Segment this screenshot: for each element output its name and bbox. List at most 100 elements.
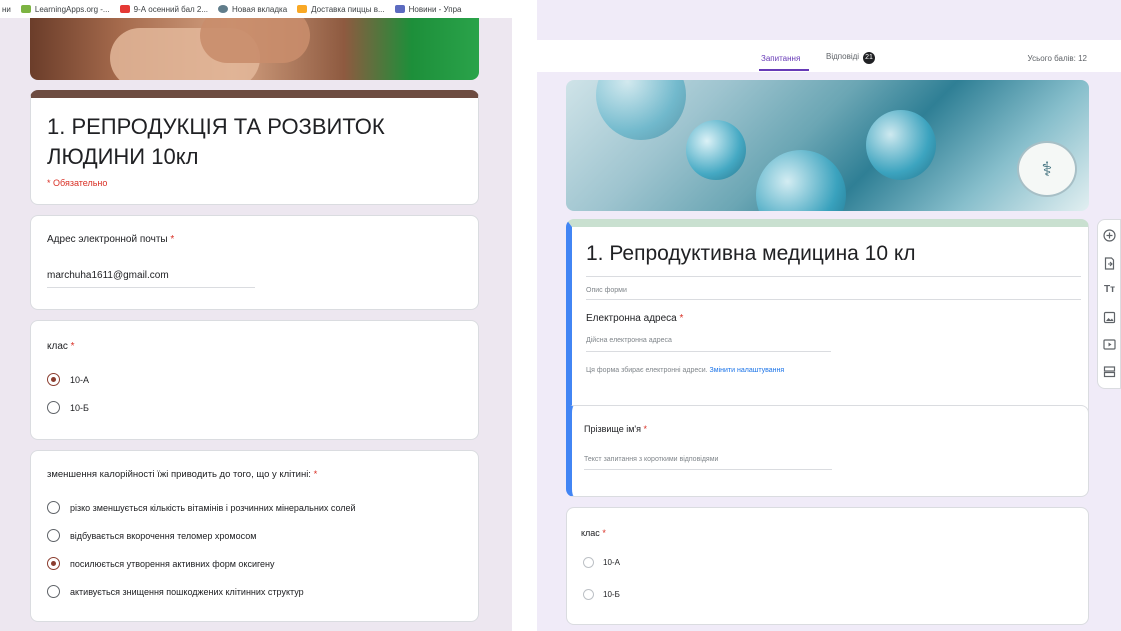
name-label: Прізвище ім'я (584, 424, 641, 434)
radio-option[interactable]: посилюється утворення активних форм окси… (47, 557, 275, 570)
total-points: Усього балів: 12 (1027, 54, 1087, 63)
option-label: 10-Б (603, 590, 620, 599)
class-question-card[interactable]: клас * 10-А 10-Б (566, 507, 1089, 625)
radio-option-10b[interactable]: 10-Б (47, 401, 89, 414)
banner-bubble (596, 80, 686, 140)
active-tab-indicator (759, 69, 809, 71)
question-label: зменшення калорійності їжі приводить до … (47, 469, 317, 480)
required-star: * (70, 341, 75, 352)
editor-form-panel: Запитання Відповіді 21 Усього балів: 12 ⚕… (537, 0, 1121, 631)
email-label: Адрес электронной почты (47, 234, 168, 245)
question-label: Адрес электронной почты * (47, 234, 174, 245)
respondent-form-panel: ни LearningApps.org -... 9-А осенний бал… (0, 0, 512, 631)
radio-unchecked-icon (583, 589, 594, 600)
bookmark-learningapps[interactable]: LearningApps.org -... (20, 4, 110, 14)
input-underline (47, 287, 255, 288)
form-title[interactable]: 1. Репродуктивна медицина 10 кл (586, 242, 916, 266)
bookmark-item[interactable]: ни (2, 5, 11, 14)
radio-option[interactable]: відбувається вкорочення теломер хромосом (47, 529, 256, 542)
add-image-icon[interactable] (1102, 310, 1117, 325)
option-label: 10-Б (70, 402, 89, 413)
input-underline (586, 351, 831, 352)
radio-option-10a[interactable]: 10-А (47, 373, 89, 386)
bookmark-label: LearningApps.org -... (34, 4, 110, 14)
required-note: * Обязательно (47, 178, 108, 188)
required-star: * (170, 234, 175, 245)
radio-option[interactable]: активується знищення пошкоджених клітинн… (47, 585, 304, 598)
form-title-card: 1. РЕПРОДУКЦІЯ ТА РОЗВИТОК ЛЮДИНИ 10кл *… (30, 90, 479, 205)
radio-option-10b[interactable]: 10-Б (583, 589, 620, 600)
radio-unchecked-icon (47, 501, 60, 514)
short-answer-placeholder: Текст запитання з короткими відповідями (584, 456, 719, 463)
description-underline (586, 299, 1081, 300)
email-label: Електронна адреса (586, 313, 677, 324)
bookmark-label: Доставка пиццы в... (311, 4, 385, 14)
question-label: Електронна адреса * (586, 313, 683, 324)
add-title-icon[interactable]: Tт (1102, 282, 1117, 297)
title-underline (586, 276, 1081, 277)
screenshot-root: ни LearningApps.org -... 9-А осенний бал… (0, 0, 1121, 631)
name-question-card[interactable]: Прізвище ім'я * Текст запитання з коротк… (566, 405, 1089, 497)
tab-responses-label: Відповіді (826, 52, 860, 61)
pizza-icon (297, 5, 308, 13)
question-toolbar: Tт (1097, 219, 1121, 389)
class-label: клас (581, 528, 600, 538)
required-star: * (313, 469, 318, 480)
bookmark-youtube[interactable]: 9-А осенний бал 2... (119, 5, 208, 14)
radio-option-10a[interactable]: 10-А (583, 557, 620, 568)
youtube-icon (119, 5, 130, 13)
tab-questions[interactable]: Запитання (761, 54, 800, 63)
bookmark-label: ни (2, 4, 11, 14)
input-underline (584, 469, 832, 470)
radio-option[interactable]: різко зменшується кількість вітамінів і … (47, 501, 356, 514)
note-text: Ця форма збирає електронні адреси. (586, 367, 708, 374)
add-question-icon[interactable] (1102, 228, 1117, 243)
calorie-label: зменшення калорійності їжі приводить до … (47, 469, 311, 480)
radio-unchecked-icon (47, 401, 60, 414)
form-title-card[interactable]: 1. Репродуктивна медицина 10 кл Опис фор… (566, 219, 1089, 424)
option-label: відбувається вкорочення теломер хромосом (70, 530, 257, 541)
banner-bubble (756, 150, 846, 211)
question-label: Прізвище ім'я * (584, 424, 647, 434)
form-description[interactable]: Опис форми (586, 287, 627, 294)
email-placeholder: Дійсна електронна адреса (586, 337, 672, 344)
class-label: клас (47, 341, 68, 352)
option-label: різко зменшується кількість вітамінів і … (70, 502, 356, 513)
question-label: клас * (581, 528, 606, 538)
banner-bubble (686, 120, 746, 180)
form-title: 1. РЕПРОДУКЦІЯ ТА РОЗВИТОК ЛЮДИНИ 10кл (47, 114, 385, 169)
responses-count-badge: 21 (863, 52, 876, 64)
radio-checked-icon (47, 557, 60, 570)
class-question-card: клас * 10-А 10-Б (30, 320, 479, 440)
news-icon (394, 5, 405, 13)
add-section-icon[interactable] (1102, 364, 1117, 379)
bookmark-label: Новая вкладка (232, 4, 288, 14)
radio-unchecked-icon (47, 529, 60, 542)
option-label: 10-А (70, 374, 90, 385)
option-label: активується знищення пошкоджених клітинн… (70, 586, 304, 597)
add-video-icon[interactable] (1102, 337, 1117, 352)
bookmarks-bar: ни LearningApps.org -... 9-А осенний бал… (0, 0, 512, 18)
option-label: посилюється утворення активних форм окси… (70, 558, 275, 569)
bookmark-pizza[interactable]: Доставка пиццы в... (297, 4, 385, 14)
radio-unchecked-icon (47, 585, 60, 598)
editor-tabs-bar: Запитання Відповіді 21 Усього балів: 12 (537, 40, 1121, 72)
learningapps-icon (20, 5, 31, 13)
radio-checked-icon (47, 373, 60, 386)
calorie-question-card: зменшення калорійності їжі приводить до … (30, 450, 479, 622)
required-star: * (602, 528, 606, 538)
required-star: * (643, 424, 648, 434)
required-star: * (679, 313, 684, 324)
change-settings-link[interactable]: Змінити налаштування (710, 367, 785, 374)
banner-bubble (866, 110, 936, 180)
tab-responses[interactable]: Відповіді 21 (826, 52, 876, 64)
email-collection-note: Ця форма збирає електронні адреси. Зміни… (586, 367, 784, 374)
medical-emblem-icon: ⚕ (1017, 141, 1077, 197)
email-input[interactable]: marchuha1611@gmail.com (47, 270, 169, 281)
question-label: клас * (47, 341, 75, 352)
bookmark-new-tab[interactable]: Новая вкладка (218, 5, 287, 14)
form-header-image: ⚕ (566, 80, 1089, 211)
globe-icon (218, 5, 229, 13)
bookmark-news[interactable]: Новини - Упра (394, 5, 462, 14)
import-questions-icon[interactable] (1102, 256, 1117, 271)
